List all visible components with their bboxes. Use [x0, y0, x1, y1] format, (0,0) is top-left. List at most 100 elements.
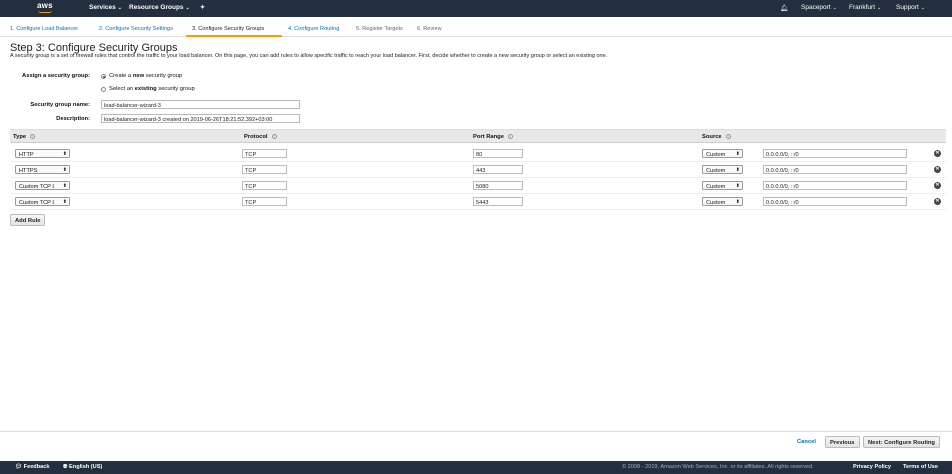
language-selector[interactable]: 🌐︎ English (US): [63, 464, 102, 471]
remove-rule-icon[interactable]: ✕: [934, 182, 941, 189]
header-source: Source i: [702, 133, 731, 140]
page-intro: A security group is a set of firewall ru…: [10, 53, 608, 59]
step-configure-security-groups[interactable]: 3. Configure Security Groups: [192, 26, 264, 32]
type-select-value: HTTPS: [19, 167, 38, 174]
region-menu[interactable]: Frankfurt ⌄: [849, 4, 881, 11]
previous-button[interactable]: Previous: [825, 436, 860, 448]
security-group-name-input[interactable]: load-balancer-wizard-3: [101, 100, 300, 109]
security-group-name-label: Security group name:: [30, 102, 90, 108]
port-range-input[interactable]: 5080: [473, 181, 523, 190]
chevron-down-icon: ⌄: [117, 5, 122, 11]
terms-of-use-link[interactable]: Terms of Use: [903, 464, 938, 470]
actions-divider: [0, 431, 952, 432]
description-input[interactable]: load-balancer-wizard-3 created on 2019-0…: [101, 114, 300, 123]
type-select[interactable]: Custom TCP I ⬍: [15, 181, 70, 190]
source-select[interactable]: Custom ⬍: [702, 165, 743, 174]
type-select[interactable]: HTTPS ⬍: [15, 165, 70, 174]
source-select[interactable]: Custom ⬍: [702, 197, 743, 206]
step-configure-load-balancer[interactable]: 1. Configure Load Balancer: [10, 26, 78, 32]
source-cidr-input[interactable]: 0.0.0.0/0, ::/0: [763, 181, 907, 190]
source-cidr-input[interactable]: 0.0.0.0/0, ::/0: [763, 197, 907, 206]
port-range-input[interactable]: 5443: [473, 197, 523, 206]
step-configure-security-settings[interactable]: 2. Configure Security Settings: [99, 26, 173, 32]
source-cidr-input[interactable]: 0.0.0.0/0, ::/0: [763, 149, 907, 158]
protocol-field: TCP: [242, 197, 287, 206]
info-icon[interactable]: i: [271, 133, 277, 139]
source-select-value: Custom: [706, 151, 726, 158]
info-icon[interactable]: i: [30, 133, 36, 139]
radio-select-existing[interactable]: [101, 87, 106, 92]
account-menu[interactable]: Spaceport ⌄: [801, 4, 837, 11]
select-bold-text: existing: [134, 86, 157, 92]
source-select-value: Custom: [706, 199, 726, 206]
account-label: Spaceport: [801, 4, 831, 11]
create-bold-text: new: [132, 73, 145, 79]
protocol-field: TCP: [242, 149, 287, 158]
protocol-field: TCP: [242, 181, 287, 190]
resource-groups-label: Resource Groups: [129, 4, 184, 11]
assign-group-label: Assign a security group:: [22, 73, 90, 79]
radio-create-new-label[interactable]: Create a new security group: [109, 73, 182, 79]
source-select-value: Custom: [706, 167, 726, 174]
type-select-value: Custom TCP I: [19, 199, 54, 206]
header-port-range: Port Range i: [473, 133, 513, 140]
info-icon[interactable]: i: [507, 133, 513, 139]
active-step-indicator: [186, 35, 282, 37]
select-arrows-icon: ⬍: [735, 199, 740, 205]
privacy-policy-link[interactable]: Privacy Policy: [853, 464, 891, 470]
select-arrows-icon: ⬍: [62, 199, 67, 205]
speech-bubble-icon: 💬︎: [15, 464, 23, 470]
copyright-text: © 2008 - 2019, Amazon Web Services, Inc.…: [622, 464, 814, 470]
services-menu[interactable]: Services ⌄: [89, 4, 122, 11]
description-label: Description:: [56, 116, 90, 122]
bell-icon[interactable]: 🔔︎: [780, 4, 788, 12]
header-port-range-label: Port Range: [473, 133, 504, 140]
bottom-bar: 💬︎ Feedback 🌐︎ English (US) © 2008 - 201…: [0, 461, 952, 474]
rules-table-header: Type i Protocol i Port Range i Source i: [10, 129, 946, 143]
radio-create-new[interactable]: [101, 74, 106, 79]
header-protocol-label: Protocol: [244, 133, 268, 140]
chevron-down-icon: ⌄: [185, 5, 190, 11]
source-select-value: Custom: [706, 183, 726, 190]
region-label: Frankfurt: [849, 4, 876, 11]
select-arrows-icon: ⬍: [735, 151, 740, 157]
source-cidr-input[interactable]: 0.0.0.0/0, ::/0: [763, 165, 907, 174]
select-arrows-icon: ⬍: [735, 183, 740, 189]
step-review: 6. Review: [417, 26, 442, 32]
rule-row: Custom TCP I ⬍ TCP 5080 Custom ⬍ 0.0.0.0/0…: [10, 178, 946, 194]
source-select[interactable]: Custom ⬍: [702, 149, 743, 158]
select-arrows-icon: ⬍: [62, 151, 67, 157]
cancel-link[interactable]: Cancel: [797, 439, 816, 445]
next-configure-routing-button[interactable]: Next: Configure Routing: [863, 436, 940, 448]
support-label: Support: [896, 4, 919, 11]
header-type-label: Type: [13, 133, 27, 140]
remove-rule-icon[interactable]: ✕: [934, 150, 941, 157]
select-post-text: security group: [156, 86, 195, 92]
services-label: Services: [89, 4, 116, 11]
add-rule-button[interactable]: Add Rule: [10, 214, 46, 226]
pin-icon[interactable]: ✦: [200, 4, 205, 11]
port-range-input[interactable]: 443: [473, 165, 523, 174]
port-range-input[interactable]: 80: [473, 149, 523, 158]
step-configure-routing[interactable]: 4. Configure Routing: [288, 26, 339, 32]
remove-rule-icon[interactable]: ✕: [934, 166, 941, 173]
create-post-text: security group: [144, 73, 183, 79]
aws-logo[interactable]: aws: [37, 1, 53, 13]
step-register-targets: 5. Register Targets: [356, 26, 403, 32]
source-select[interactable]: Custom ⬍: [702, 181, 743, 190]
type-select-value: Custom TCP I: [19, 183, 54, 190]
chevron-down-icon: ⌄: [920, 5, 925, 11]
create-pre-text: Create a: [109, 73, 133, 79]
wizard-steps: 1. Configure Load Balancer 2. Configure …: [0, 17, 952, 37]
type-select[interactable]: HTTP ⬍: [15, 149, 70, 158]
type-select[interactable]: Custom TCP I ⬍: [15, 197, 70, 206]
remove-rule-icon[interactable]: ✕: [934, 198, 941, 205]
language-label: English (US): [69, 464, 103, 470]
support-menu[interactable]: Support ⌄: [896, 4, 925, 11]
radio-select-existing-label[interactable]: Select an existing security group: [109, 86, 195, 92]
type-select-value: HTTP: [19, 151, 34, 158]
feedback-link[interactable]: 💬︎ Feedback: [15, 464, 49, 470]
info-icon[interactable]: i: [725, 133, 731, 139]
resource-groups-menu[interactable]: Resource Groups ⌄: [129, 4, 190, 11]
header-type: Type i: [13, 133, 36, 140]
